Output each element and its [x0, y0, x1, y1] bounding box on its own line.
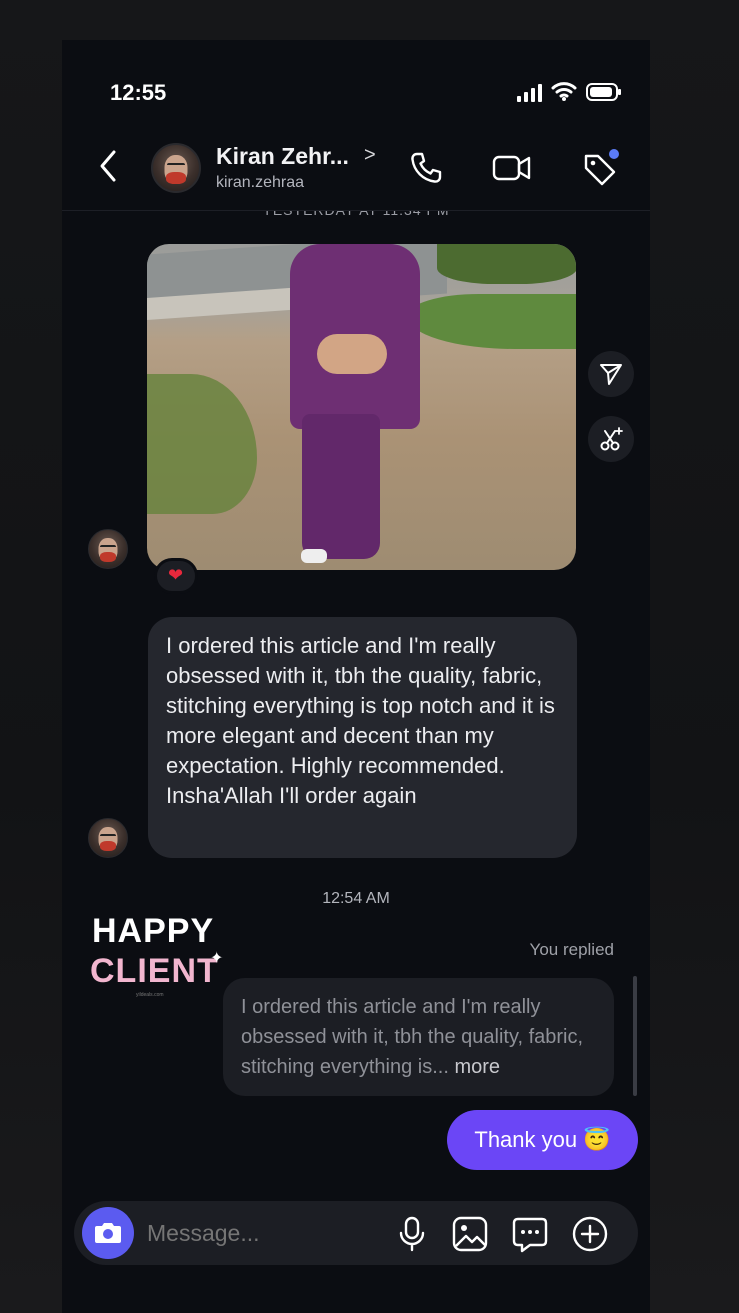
- sender-avatar[interactable]: [88, 529, 128, 569]
- photo-message[interactable]: [147, 244, 576, 570]
- tag-icon[interactable]: [580, 148, 620, 188]
- message-bubble[interactable]: I ordered this article and I'm really ob…: [148, 617, 577, 858]
- scissors-sparkle-icon: [600, 427, 623, 451]
- more-link[interactable]: more: [454, 1056, 500, 1078]
- camera-icon: [95, 1223, 121, 1243]
- message-text: I ordered this article and I'm really ob…: [166, 633, 555, 808]
- wifi-icon: [551, 82, 577, 101]
- mic-icon[interactable]: [394, 1214, 430, 1254]
- signal-icon: [517, 84, 542, 102]
- reply-quote-text: I ordered this article and I'm really ob…: [241, 996, 584, 1078]
- share-button[interactable]: [588, 351, 634, 397]
- camera-button[interactable]: [82, 1207, 134, 1259]
- contact-name[interactable]: Kiran Zehr...: [216, 143, 349, 170]
- plus-icon[interactable]: [570, 1214, 610, 1254]
- header-divider: [62, 210, 650, 211]
- phone-screen: 12:55 Kiran Zehr... > kiran.zehraa YESTE…: [62, 40, 650, 1313]
- you-replied-label: You replied: [529, 940, 614, 959]
- sticker-line-1: HAPPY: [92, 912, 215, 950]
- reaction-badge[interactable]: ❤: [154, 558, 198, 594]
- chevron-right-icon[interactable]: >: [364, 144, 376, 167]
- sparkle-icon: ✦: [210, 950, 224, 967]
- send-icon: [600, 364, 622, 385]
- avatar[interactable]: [151, 143, 201, 193]
- heart-icon: ❤: [168, 565, 184, 585]
- video-icon[interactable]: [492, 150, 532, 186]
- my-message-bubble[interactable]: Thank you 😇: [447, 1110, 638, 1170]
- message-timestamp: 12:54 AM: [322, 890, 390, 907]
- sticker-credit: yildeals.com: [136, 992, 164, 998]
- battery-icon: [586, 83, 621, 101]
- back-icon[interactable]: [96, 148, 120, 184]
- scrollbar[interactable]: [633, 976, 637, 1096]
- cutout-button[interactable]: [588, 416, 634, 462]
- contact-username[interactable]: kiran.zehraa: [216, 174, 304, 192]
- sticker-icon[interactable]: [510, 1214, 550, 1254]
- message-input[interactable]: [147, 1220, 377, 1247]
- sticker-line-2: CLIENT: [90, 952, 219, 990]
- reply-quote-bubble[interactable]: I ordered this article and I'm really ob…: [223, 978, 614, 1096]
- phone-icon[interactable]: [408, 150, 444, 186]
- screen-background: 12:55 Kiran Zehr... > kiran.zehraa YESTE…: [0, 0, 739, 1313]
- status-time: 12:55: [110, 80, 167, 105]
- sender-avatar[interactable]: [88, 818, 128, 858]
- gallery-icon[interactable]: [450, 1214, 490, 1254]
